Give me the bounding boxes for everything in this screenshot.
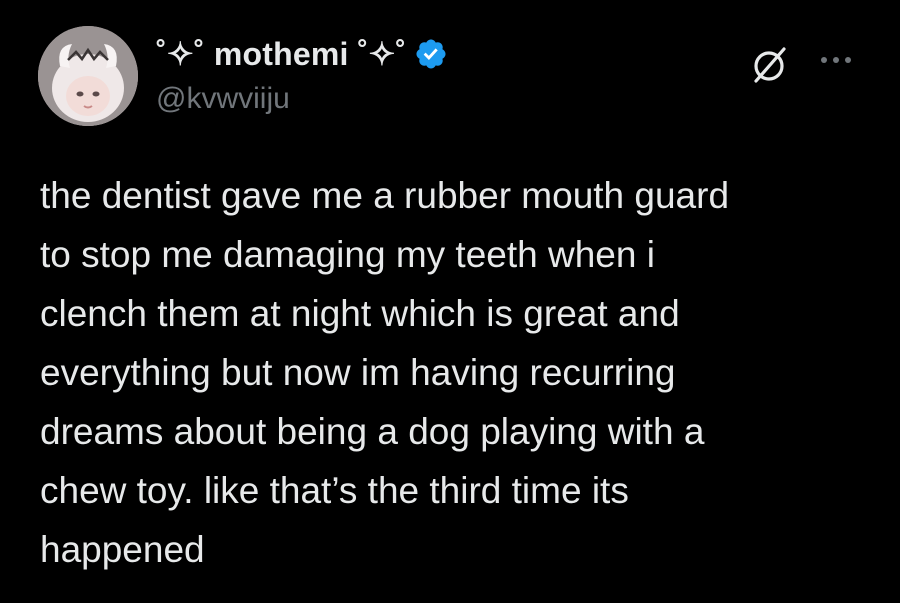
tweet-header: ˚✧˚ mothemi ˚✧˚ @kvwviiju: [156, 30, 448, 120]
display-name[interactable]: ˚✧˚ mothemi ˚✧˚: [156, 35, 406, 73]
verified-badge-icon: [414, 37, 448, 71]
more-options-icon[interactable]: [816, 48, 856, 72]
name-row: ˚✧˚ mothemi ˚✧˚: [156, 30, 448, 78]
tweet-text: the dentist gave me a rubber mouth guard…: [40, 175, 730, 570]
grok-icon[interactable]: [748, 43, 792, 87]
tweet-card: ˚✧˚ mothemi ˚✧˚ @kvwviiju the dentist ga…: [0, 0, 900, 603]
avatar[interactable]: [38, 26, 138, 126]
handle[interactable]: @kvwviiju: [156, 82, 448, 116]
avatar-image: [38, 26, 138, 126]
